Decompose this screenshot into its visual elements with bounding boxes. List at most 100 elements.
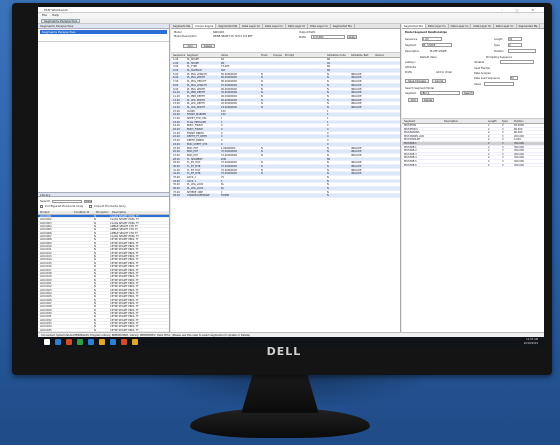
add-button[interactable]: Add [183, 44, 197, 48]
window-controls[interactable]: – □ ✕ [501, 8, 540, 12]
col-value[interactable]: Value [219, 53, 259, 57]
product-cell [72, 325, 94, 327]
search-result-cell [442, 164, 486, 167]
segment-input[interactable]: PL_SHAPE [422, 43, 452, 47]
col-description[interactable]: Description [110, 211, 168, 214]
col-globalize-text[interactable]: Globalize Text [349, 53, 373, 57]
right-tab[interactable]: Data Layer Co [449, 24, 472, 28]
cancel-button[interactable]: Cancel [432, 79, 446, 83]
segments-perspective-button[interactable]: Segments Perspective [41, 19, 81, 23]
product-cell: N [94, 315, 96, 319]
col-r-type[interactable]: Type [500, 119, 512, 123]
segment-cell: N [327, 72, 329, 76]
save-changes-button[interactable]: Save Changes [405, 79, 429, 83]
search-segment-input[interactable]: ABC14 [420, 91, 460, 95]
taskbar-app-icon[interactable] [44, 339, 50, 345]
segment-cell [271, 143, 283, 146]
search-result-cell: MST-PFMS [404, 124, 417, 127]
right-tab[interactable]: Data Layer Co [426, 24, 449, 28]
center-tab[interactable]: Segmented Ma [331, 24, 355, 28]
search-result-cell [442, 124, 486, 127]
taskbar-app-icon[interactable] [121, 339, 127, 345]
checkbox-import-icon[interactable] [89, 204, 93, 208]
col-prime-occ[interactable]: Prime/Occ [94, 211, 110, 214]
data-load-input[interactable]: Fir [510, 76, 518, 80]
center-tab[interactable]: Segmented Ma [216, 24, 241, 28]
product-cell: ACU0030 [40, 311, 52, 315]
col-globalize-code[interactable]: Globalize Code [325, 53, 349, 57]
delete-button[interactable]: Delete [201, 44, 215, 48]
sequence-input[interactable]: 1.00 [422, 37, 442, 41]
segment-cell [373, 132, 393, 135]
segment-cell [373, 194, 393, 197]
segment-cell [373, 88, 393, 91]
minimize-icon[interactable]: – [501, 8, 509, 12]
segment-cell: N [327, 87, 329, 91]
taskbar-app-icon[interactable] [77, 339, 83, 345]
checkbox-configured-icon[interactable] [40, 204, 43, 208]
segment-cell [283, 99, 325, 102]
taskbar-app-icon[interactable] [132, 339, 138, 345]
segment-row[interactable]: 38.00 STANDBLOPEMARE FIRMW N [171, 194, 400, 199]
center-tab[interactable]: Segments Ma [171, 24, 194, 28]
search-button[interactable]: Search [84, 199, 93, 203]
segment-cell [373, 154, 393, 157]
product-cell [72, 232, 94, 234]
col-r-description[interactable]: Description [442, 119, 486, 123]
length-input[interactable]: 30 [508, 37, 522, 41]
segment-add-button[interactable]: Add [408, 98, 418, 102]
product-cell: CPYSE SEGMT PRDL TT [110, 301, 139, 305]
taskbar-app-icon[interactable] [110, 339, 116, 345]
product-cell: N [94, 251, 96, 255]
center-tab[interactable]: Data Layer Co [240, 24, 264, 28]
col-segment[interactable]: Segment [185, 53, 219, 57]
center-tab[interactable]: Data Layer Co [308, 24, 331, 28]
maximize-icon[interactable]: □ [516, 8, 525, 12]
segment-cell [271, 176, 283, 179]
center-tab[interactable]: Unique Segme [193, 24, 217, 28]
menu-help[interactable]: Help [52, 13, 59, 17]
tree-item-segments-perspective[interactable]: Segments Perspective [40, 30, 167, 34]
col-product[interactable]: Product [38, 211, 72, 214]
menu-file[interactable]: File [42, 13, 47, 17]
center-tab[interactable]: Data Layer Co [263, 24, 286, 28]
segment-cell: PL_PKG_HEIGHT [187, 80, 207, 83]
search-result-row[interactable]: MST-PRE-6 2 3 300.000 [402, 164, 544, 168]
variable-select[interactable] [500, 60, 534, 64]
taskbar-app-icon[interactable] [88, 339, 94, 345]
taskbar-app-icon[interactable] [66, 339, 72, 345]
col-prompt[interactable]: Prompt [283, 53, 325, 57]
prefix-input[interactable]: R 05089 [311, 35, 345, 39]
segment-cell: 23.00 [173, 139, 180, 142]
right-tab[interactable]: Segmented Ma [402, 24, 426, 28]
right-tab[interactable]: Data Layer Co [494, 24, 517, 28]
col-r-position[interactable]: Position [512, 119, 542, 123]
segment-cell: 7.00 [173, 80, 179, 83]
segment-cell [271, 91, 283, 94]
close-icon[interactable]: ✕ [531, 8, 540, 12]
taskbar-app-icon[interactable] [55, 339, 61, 345]
col-sequence[interactable]: Sequence [171, 53, 185, 57]
col-track[interactable]: Track [259, 53, 271, 57]
col-version[interactable]: Version [373, 53, 393, 57]
taskbar-app-icon[interactable] [99, 339, 105, 345]
segment-cell: N [327, 94, 329, 98]
segment-cell: INCLUDE [351, 76, 362, 80]
search-input[interactable] [52, 199, 83, 203]
col-condition-id[interactable]: Condition Id [72, 211, 94, 214]
position-input[interactable] [508, 49, 536, 53]
type-input[interactable]: 4 [508, 43, 522, 47]
right-tab[interactable]: Data Layer IO [471, 24, 494, 28]
segment-search-button[interactable]: Search [462, 91, 474, 95]
product-cell: CPYSE SEGMT PRDL TT [110, 251, 139, 255]
center-tab[interactable]: Data Layer IO [286, 24, 309, 28]
col-r-length[interactable]: Length [486, 119, 500, 123]
product-cell: N [94, 305, 96, 309]
col-unique[interactable]: Unique [271, 53, 283, 57]
right-tab[interactable]: Segmented Ma [517, 24, 541, 28]
segment-cell [373, 124, 393, 127]
col-r-segment[interactable]: Segment [402, 119, 442, 123]
segment-delete-button[interactable]: Delete [422, 98, 434, 102]
value-input[interactable] [484, 82, 514, 86]
apply-button[interactable]: Apply [347, 35, 357, 39]
